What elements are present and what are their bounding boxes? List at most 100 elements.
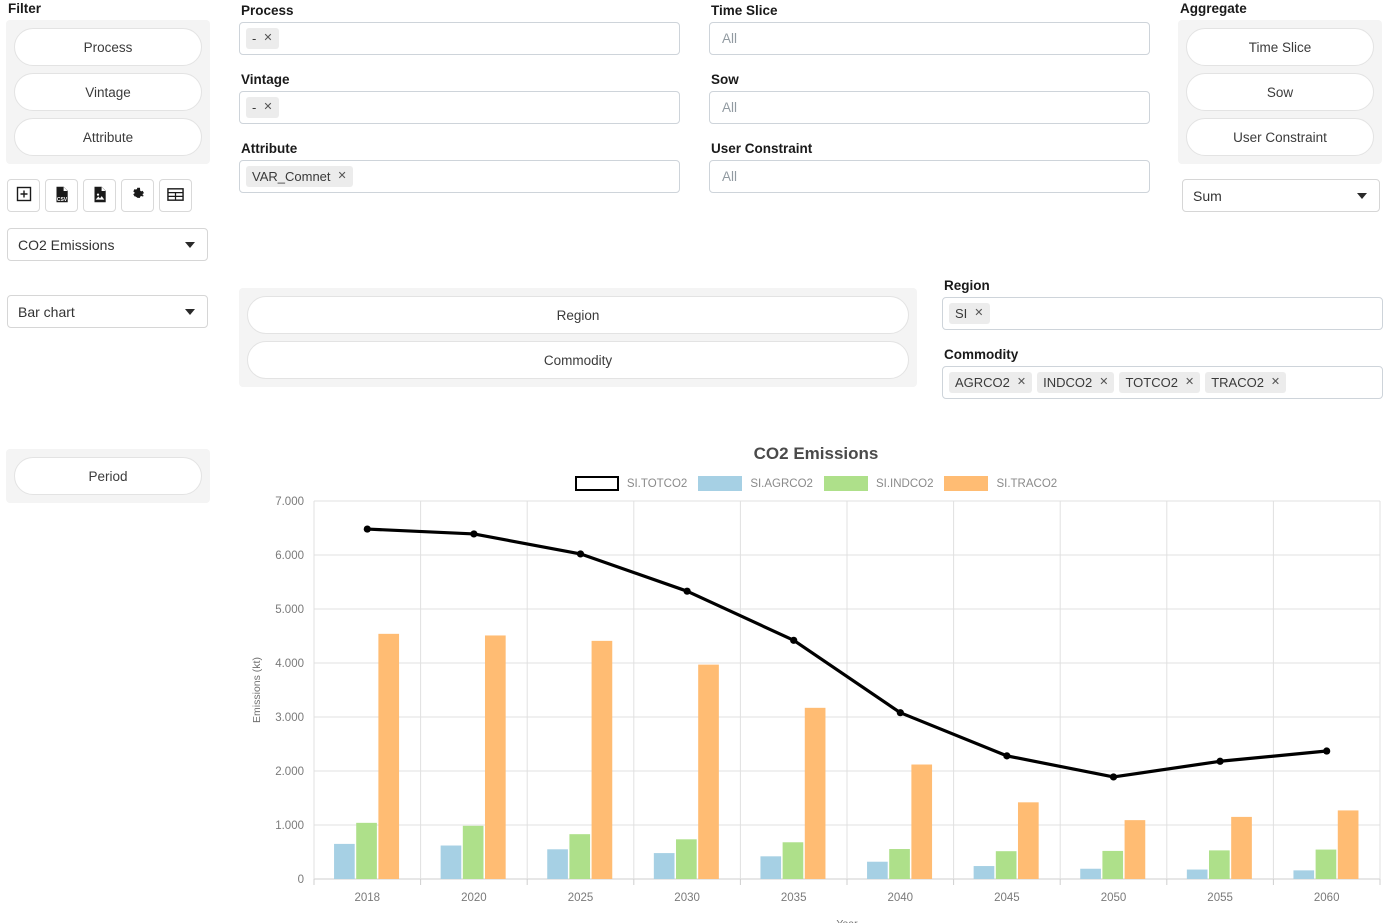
dataset-select[interactable]: CO2 Emissions — [7, 228, 208, 261]
legend-swatch-bar — [944, 476, 988, 491]
gear-icon — [129, 186, 146, 206]
tag-label: VAR_Comnet — [252, 169, 331, 184]
legend-item-totco2[interactable]: SI.TOTCO2 — [575, 476, 688, 491]
commodity-input[interactable]: AGRCO2 ✕ INDCO2 ✕ TOTCO2 ✕ TRACO2 ✕ — [942, 366, 1383, 399]
tag-remove-icon[interactable]: ✕ — [1017, 377, 1026, 388]
aggregate-function-select[interactable]: Sum — [1182, 179, 1380, 212]
filter-pill-attribute[interactable]: Attribute — [14, 118, 202, 156]
sow-input[interactable]: All — [709, 91, 1150, 124]
vintage-field: Vintage - ✕ — [239, 73, 680, 124]
tag-remove-icon[interactable]: ✕ — [974, 308, 983, 319]
export-image-button[interactable] — [83, 179, 116, 212]
filter-pill-group: Process Vintage Attribute — [6, 20, 210, 164]
tag-chip[interactable]: TRACO2 ✕ — [1205, 372, 1286, 393]
legend-item-agrco2[interactable]: SI.AGRCO2 — [698, 476, 813, 491]
svg-text:2030: 2030 — [674, 892, 700, 904]
svg-text:2060: 2060 — [1314, 892, 1340, 904]
csv-file-icon: CSV — [54, 186, 70, 206]
tag-chip[interactable]: - ✕ — [246, 97, 279, 118]
attribute-field: Attribute VAR_Comnet ✕ — [239, 142, 680, 193]
process-field: Process - ✕ — [239, 4, 680, 55]
svg-text:1.000: 1.000 — [275, 820, 304, 832]
time-slice-placeholder: All — [722, 31, 737, 46]
legend-item-traco2[interactable]: SI.TRACO2 — [944, 476, 1057, 491]
aggregate-function-value: Sum — [1193, 188, 1222, 204]
tag-remove-icon[interactable]: ✕ — [1185, 377, 1194, 388]
chart-type-select[interactable]: Bar chart — [7, 295, 208, 328]
svg-text:2018: 2018 — [355, 892, 381, 904]
svg-text:2035: 2035 — [781, 892, 807, 904]
legend-label: SI.INDCO2 — [876, 478, 934, 490]
svg-text:Emissions (kt): Emissions (kt) — [251, 657, 263, 723]
tag-chip[interactable]: SI ✕ — [949, 303, 990, 324]
chevron-down-icon — [185, 242, 195, 248]
tag-remove-icon[interactable]: ✕ — [263, 33, 272, 44]
tag-remove-icon[interactable]: ✕ — [1099, 377, 1108, 388]
region-input[interactable]: SI ✕ — [942, 297, 1383, 330]
svg-text:Year: Year — [836, 918, 858, 923]
region-field: Region SI ✕ — [942, 279, 1383, 330]
chevron-down-icon — [1357, 193, 1367, 199]
user-constraint-field: User Constraint All — [709, 142, 1150, 193]
vintage-input[interactable]: - ✕ — [239, 91, 680, 124]
image-file-icon — [92, 186, 108, 206]
commodity-field: Commodity AGRCO2 ✕ INDCO2 ✕ TOTCO2 ✕ TRA… — [942, 348, 1383, 399]
legend-item-indco2[interactable]: SI.INDCO2 — [824, 476, 934, 491]
user-constraint-input[interactable]: All — [709, 160, 1150, 193]
tag-chip[interactable]: INDCO2 ✕ — [1037, 372, 1114, 393]
dataset-select-value: CO2 Emissions — [18, 237, 114, 253]
aggregate-panel: Aggregate Time Slice Sow User Constraint — [1178, 2, 1382, 164]
tag-chip[interactable]: TOTCO2 ✕ — [1119, 372, 1200, 393]
app-root: Filter Process Vintage Attribute CSV — [0, 0, 1389, 923]
tag-chip[interactable]: AGRCO2 ✕ — [949, 372, 1032, 393]
tag-label: TRACO2 — [1211, 375, 1264, 390]
attribute-label: Attribute — [241, 142, 680, 156]
grouping-pill-commodity[interactable]: Commodity — [247, 341, 909, 379]
aggregate-panel-title: Aggregate — [1180, 2, 1382, 16]
aggregate-pill-sow[interactable]: Sow — [1186, 73, 1374, 111]
filter-pill-vintage[interactable]: Vintage — [14, 73, 202, 111]
sow-field: Sow All — [709, 73, 1150, 124]
tag-label: - — [252, 31, 256, 46]
svg-text:2050: 2050 — [1101, 892, 1127, 904]
aggregate-pill-time-slice[interactable]: Time Slice — [1186, 28, 1374, 66]
legend-label: SI.TRACO2 — [996, 478, 1057, 490]
svg-text:2025: 2025 — [568, 892, 594, 904]
settings-button[interactable] — [121, 179, 154, 212]
tag-chip[interactable]: - ✕ — [246, 28, 279, 49]
attribute-input[interactable]: VAR_Comnet ✕ — [239, 160, 680, 193]
time-slice-label: Time Slice — [711, 4, 1150, 18]
filter-pill-process[interactable]: Process — [14, 28, 202, 66]
grouping-pill-group: Region Commodity — [239, 288, 917, 387]
tag-remove-icon[interactable]: ✕ — [338, 171, 347, 182]
action-toolbar: CSV — [7, 179, 192, 212]
legend-label: SI.AGRCO2 — [750, 478, 813, 490]
process-label: Process — [241, 4, 680, 18]
svg-text:CSV: CSV — [56, 197, 67, 203]
svg-text:6.000: 6.000 — [275, 550, 304, 562]
add-box-button[interactable] — [7, 179, 40, 212]
time-slice-input[interactable]: All — [709, 22, 1150, 55]
period-pill-group: Period — [6, 449, 210, 503]
tag-remove-icon[interactable]: ✕ — [263, 102, 272, 113]
tag-chip[interactable]: VAR_Comnet ✕ — [246, 166, 353, 187]
add-box-icon — [16, 186, 32, 205]
chevron-down-icon — [185, 309, 195, 315]
time-slice-field: Time Slice All — [709, 4, 1150, 55]
chart-title: CO2 Emissions — [246, 444, 1386, 464]
table-icon — [167, 187, 184, 205]
grouping-pill-region[interactable]: Region — [247, 296, 909, 334]
export-csv-button[interactable]: CSV — [45, 179, 78, 212]
chart-plot[interactable]: 01.0002.0003.0004.0005.0006.0007.0002018… — [246, 491, 1386, 923]
period-pill[interactable]: Period — [14, 457, 202, 495]
region-label: Region — [944, 279, 1383, 293]
tag-remove-icon[interactable]: ✕ — [1271, 377, 1280, 388]
sow-placeholder: All — [722, 100, 737, 115]
legend-label: SI.TOTCO2 — [627, 478, 688, 490]
chart-container: CO2 Emissions SI.TOTCO2 SI.AGRCO2 SI.IND… — [246, 444, 1386, 923]
svg-text:2.000: 2.000 — [275, 766, 304, 778]
aggregate-pill-user-constraint[interactable]: User Constraint — [1186, 118, 1374, 156]
svg-text:5.000: 5.000 — [275, 604, 304, 616]
process-input[interactable]: - ✕ — [239, 22, 680, 55]
table-view-button[interactable] — [159, 179, 192, 212]
